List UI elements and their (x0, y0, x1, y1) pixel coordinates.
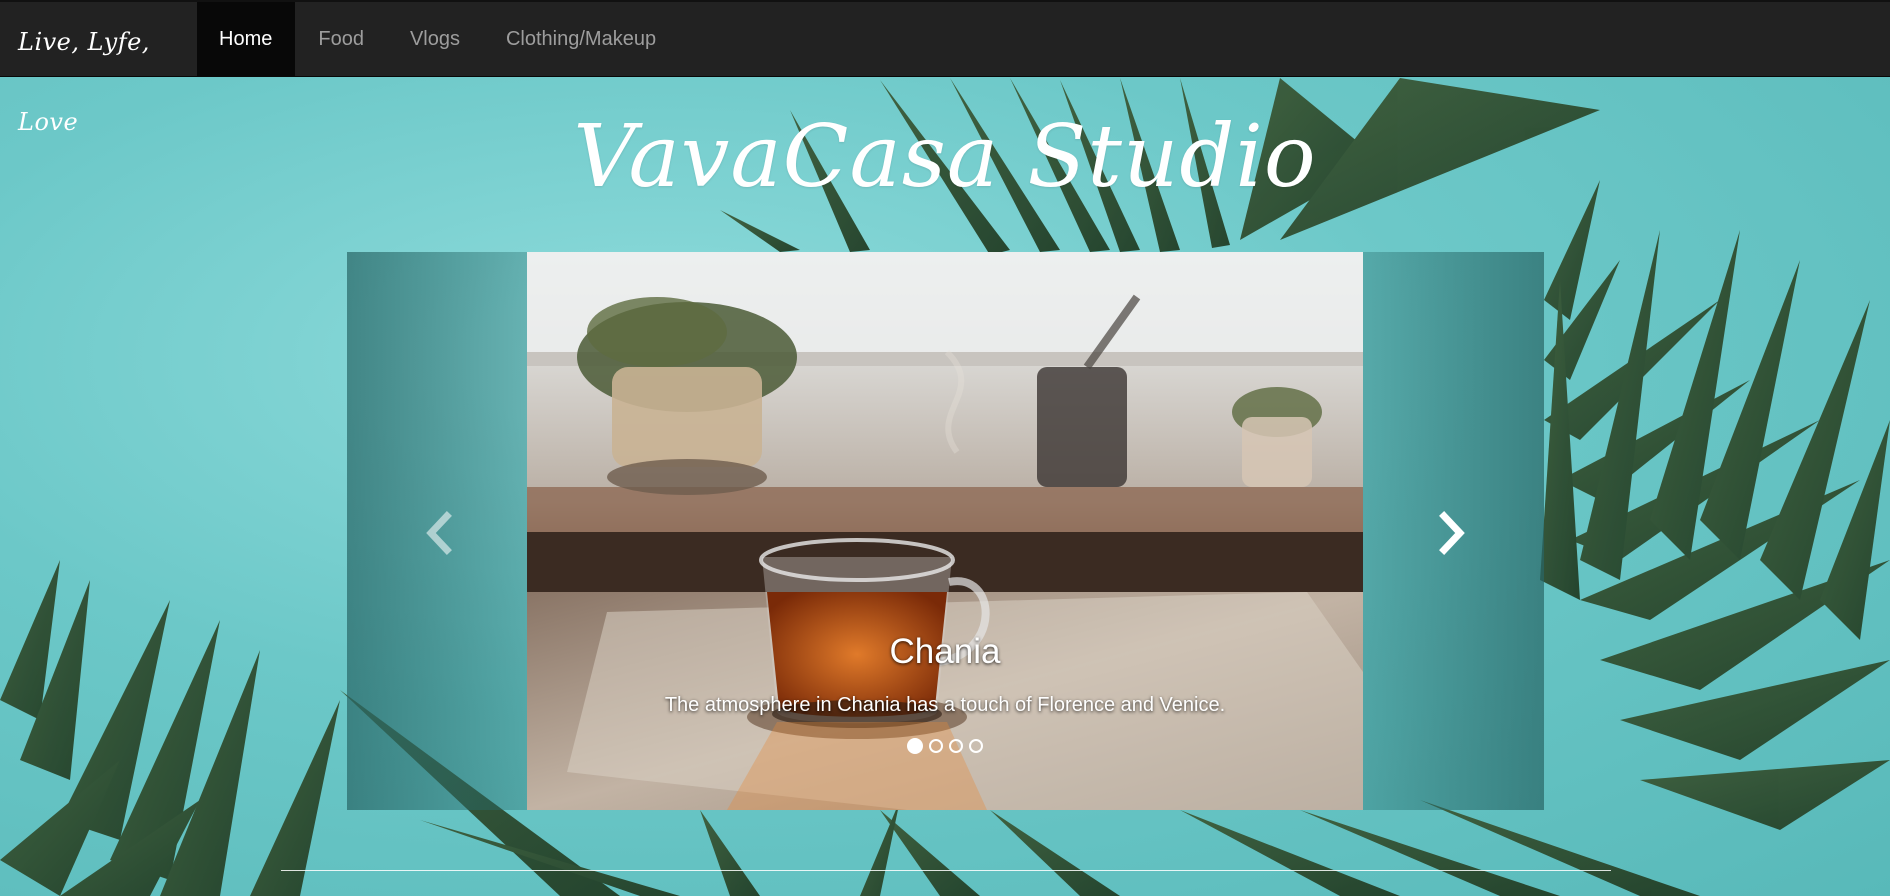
nav-menu: Home Food Vlogs Clothing/Makeup (197, 2, 679, 77)
chevron-right-icon (1439, 511, 1465, 555)
tea-cup-photo (527, 252, 1363, 810)
page-title: VavaCasa Studio (573, 107, 1317, 207)
nav-item-home[interactable]: Home (197, 2, 296, 77)
nav-item-clothing-makeup[interactable]: Clothing/Makeup (483, 2, 679, 77)
chevron-left-icon (426, 511, 452, 555)
carousel-indicator-3[interactable] (949, 739, 963, 753)
carousel-indicator-2[interactable] (929, 739, 943, 753)
carousel-indicators (527, 738, 1363, 754)
nav-item-food[interactable]: Food (295, 2, 387, 77)
carousel-prev-button[interactable] (421, 510, 461, 556)
carousel-indicator-4[interactable] (969, 739, 983, 753)
carousel-slide: Chania The atmosphere in Chania has a to… (527, 252, 1363, 810)
carousel-indicator-1[interactable] (907, 738, 923, 754)
top-navbar: Live, Lyfe, Love Home Food Vlogs Clothin… (0, 0, 1890, 136)
slide-caption-title: Chania (889, 632, 1001, 671)
carousel-next-button[interactable] (1430, 510, 1470, 556)
nav-item-vlogs[interactable]: Vlogs (387, 2, 483, 77)
section-divider (281, 870, 1611, 871)
brand-link[interactable]: Live, Lyfe, Love (0, 2, 197, 136)
image-carousel: Chania The atmosphere in Chania has a to… (347, 252, 1544, 810)
slide-caption-text: The atmosphere in Chania has a touch of … (664, 694, 1226, 716)
